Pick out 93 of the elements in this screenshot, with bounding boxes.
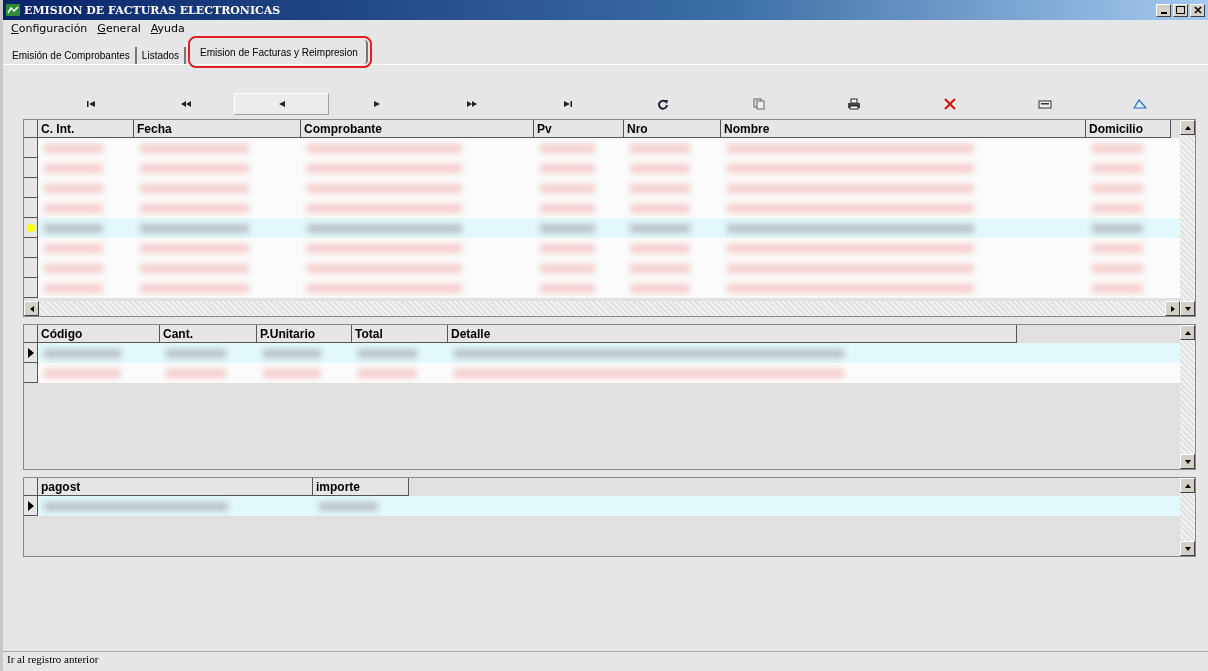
redacted-text bbox=[1092, 243, 1144, 253]
redacted-text bbox=[263, 348, 322, 358]
eraser-icon bbox=[1133, 98, 1148, 110]
minimize-button[interactable] bbox=[1156, 3, 1171, 17]
column-header[interactable]: Nombre bbox=[721, 120, 1086, 138]
menu-item[interactable]: Configuración bbox=[11, 22, 88, 36]
redacted-text bbox=[630, 203, 690, 213]
current-row-icon bbox=[26, 223, 35, 232]
documents-icon bbox=[751, 98, 766, 110]
scroll-right-button[interactable] bbox=[1165, 301, 1180, 316]
redacted-text bbox=[44, 223, 103, 233]
redacted-text bbox=[1092, 183, 1144, 193]
card-icon bbox=[1037, 98, 1052, 110]
redacted-text bbox=[630, 163, 690, 173]
column-header[interactable]: Fecha bbox=[134, 120, 301, 138]
redacted-text bbox=[540, 143, 595, 153]
column-header[interactable]: Cant. bbox=[160, 325, 257, 343]
scroll-down-button[interactable] bbox=[1180, 454, 1195, 469]
redacted-text bbox=[540, 223, 595, 233]
scroll-up-button[interactable] bbox=[1180, 478, 1195, 493]
column-header[interactable]: C. Int. bbox=[38, 120, 134, 138]
redacted-text bbox=[630, 223, 690, 233]
redacted-text bbox=[1092, 163, 1144, 173]
redacted-text bbox=[44, 243, 103, 253]
column-header[interactable]: Nro bbox=[624, 120, 721, 138]
column-header[interactable]: Pv bbox=[534, 120, 624, 138]
app-icon bbox=[6, 4, 20, 16]
column-header[interactable]: pagost bbox=[38, 478, 313, 496]
redacted-text bbox=[166, 348, 226, 358]
table-row[interactable] bbox=[24, 363, 1180, 383]
window-title: EMISION DE FACTURAS ELECTRONICAS bbox=[24, 3, 282, 17]
scroll-up-button[interactable] bbox=[1180, 120, 1195, 135]
scroll-down-button[interactable] bbox=[1180, 541, 1195, 556]
current-row-icon bbox=[27, 347, 34, 358]
redacted-text bbox=[630, 263, 690, 273]
table-row[interactable] bbox=[24, 218, 1180, 238]
redacted-text bbox=[358, 348, 417, 358]
scroll-up-button[interactable] bbox=[1180, 325, 1195, 340]
redacted-text bbox=[44, 283, 103, 293]
redacted-text bbox=[630, 243, 690, 253]
menu-item[interactable]: Ayuda bbox=[150, 22, 185, 36]
maximize-button[interactable] bbox=[1173, 3, 1188, 17]
redacted-text bbox=[166, 368, 226, 378]
column-header[interactable]: Total bbox=[352, 325, 448, 343]
status-bar: Ir al registro anterior bbox=[3, 651, 1208, 671]
redacted-text bbox=[540, 203, 595, 213]
scroll-left-button[interactable] bbox=[24, 301, 39, 316]
redacted-text bbox=[540, 283, 595, 293]
table-row[interactable] bbox=[24, 258, 1180, 278]
redacted-text bbox=[1092, 283, 1144, 293]
column-header[interactable]: Código bbox=[38, 325, 160, 343]
redacted-text bbox=[630, 183, 690, 193]
column-header[interactable]: Detalle bbox=[448, 325, 1017, 343]
maximize-icon bbox=[1176, 6, 1185, 14]
redacted-text bbox=[319, 501, 378, 511]
table-row[interactable] bbox=[24, 198, 1180, 218]
menu-item[interactable]: General bbox=[97, 22, 141, 36]
table-row[interactable] bbox=[24, 178, 1180, 198]
current-row-icon bbox=[27, 500, 34, 511]
redacted-text bbox=[263, 368, 322, 378]
redacted-text bbox=[1092, 203, 1144, 213]
arrow-right-icon bbox=[1168, 304, 1177, 313]
redacted-text bbox=[540, 163, 595, 173]
column-header[interactable]: Domicilio bbox=[1086, 120, 1171, 138]
rewind-icon bbox=[179, 98, 194, 110]
table-row[interactable] bbox=[24, 238, 1180, 258]
redacted-text bbox=[1092, 223, 1144, 233]
column-header[interactable]: P.Unitario bbox=[257, 325, 352, 343]
redacted-text bbox=[1092, 143, 1144, 153]
redacted-text bbox=[44, 203, 103, 213]
redacted-text bbox=[630, 283, 690, 293]
redacted-text bbox=[1092, 263, 1144, 273]
redacted-text bbox=[358, 368, 417, 378]
redacted-text bbox=[540, 263, 595, 273]
arrow-down-icon bbox=[1183, 304, 1192, 313]
arrow-down-icon bbox=[1183, 544, 1192, 553]
redacted-text bbox=[44, 263, 103, 273]
close-icon bbox=[1193, 6, 1202, 14]
scroll-down-button[interactable] bbox=[1180, 301, 1195, 316]
delete-icon bbox=[942, 98, 957, 110]
table-row[interactable] bbox=[24, 158, 1180, 178]
column-header[interactable]: importe bbox=[313, 478, 409, 496]
redacted-text bbox=[44, 143, 103, 153]
arrow-down-icon bbox=[1183, 457, 1192, 466]
redacted-text bbox=[44, 183, 103, 193]
redacted-text bbox=[630, 143, 690, 153]
redacted-text bbox=[540, 183, 595, 193]
printer-icon bbox=[847, 98, 862, 110]
refresh-icon bbox=[656, 98, 671, 110]
close-button[interactable] bbox=[1190, 3, 1205, 17]
redacted-text bbox=[540, 243, 595, 253]
redacted-text bbox=[44, 163, 103, 173]
column-header[interactable]: Comprobante bbox=[301, 120, 534, 138]
